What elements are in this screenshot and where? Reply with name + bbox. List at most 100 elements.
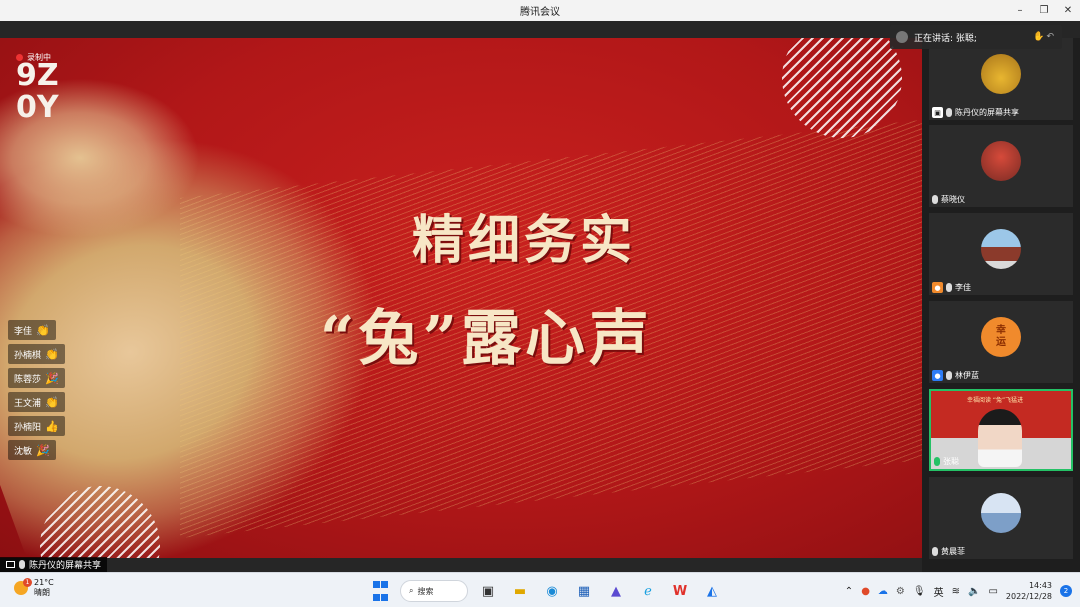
file-explorer-icon[interactable]: ▬ [508, 579, 532, 603]
avatar [981, 493, 1021, 533]
clock[interactable]: 14:43 2022/12/28 [1006, 580, 1052, 602]
search-icon: ⌕ [409, 586, 414, 595]
start-button[interactable] [368, 579, 392, 603]
window-controls: – ❐ ✕ [1008, 0, 1080, 21]
mic-icon [946, 371, 952, 380]
tencent-meeting-icon[interactable]: ◭ [700, 579, 724, 603]
participant-tile-active-speaker[interactable]: 幸福阅读 “兔”飞猛进 张聪 [929, 389, 1073, 471]
avatar: 幸 运 [981, 317, 1021, 357]
mic-icon [932, 547, 938, 556]
party-icon: 🎉 [36, 443, 50, 457]
task-view-icon[interactable]: ▣ [476, 579, 500, 603]
clap-icon: 👏 [45, 347, 59, 361]
participant-tile[interactable]: ● 李佳 [929, 213, 1073, 295]
participant-caption: ● 李佳 [932, 282, 971, 293]
video-banner: 幸福阅读 “兔”飞猛进 [967, 397, 1024, 404]
participant-caption: ▣ 陈丹仪的屏幕共享 [932, 107, 1019, 118]
headline-line-1: 精细务实 [412, 210, 637, 271]
clock-date: 2022/12/28 [1005, 592, 1052, 601]
avatar [981, 141, 1021, 181]
participant-caption: ● 林伊蓝 [932, 370, 979, 381]
reaction-item: 孙楠阳 👍 [8, 416, 65, 436]
sun-icon: 1 [14, 578, 32, 595]
headline-line-2: “兔”露心声 [320, 304, 654, 374]
weather-temp: 21°C [34, 578, 54, 587]
participant-tile[interactable]: ▣ 陈丹仪的屏幕共享 [929, 38, 1073, 120]
user-icon: ● [932, 282, 943, 293]
weather-widget[interactable]: 1 21°C 晴朗 [14, 578, 54, 598]
participant-name: 林伊蓝 [955, 371, 979, 380]
reactions-feed: 李佳 👏 孙楠棋 👏 陈蓉莎 🎉 王文浦 👏 孙楠阳 👍 沈敏 🎉 [8, 320, 65, 460]
active-speaker-bar: 正在讲话: 张聪; ✋↶ [890, 25, 1062, 49]
window-title: 腾讯会议 [520, 7, 560, 18]
reaction-item: 沈敏 🎉 [8, 440, 56, 460]
participant-tile[interactable]: 幸 运 ● 林伊蓝 [929, 301, 1073, 383]
search-label: 搜索 [417, 586, 434, 596]
speaking-label: 正在讲话: 张聪; [914, 33, 977, 44]
taskbar-apps: ⌕ 搜索 ▣ ▬ ◉ ▦ ▲ ℯ W ◭ [368, 578, 724, 604]
screen-share-icon [6, 561, 15, 568]
participant-tile[interactable]: 蔡晓仪 [929, 125, 1073, 207]
wps-icon[interactable]: W [668, 579, 692, 603]
participant-name: 蔡晓仪 [941, 195, 965, 204]
mic-icon [19, 560, 25, 569]
participant-caption: 蔡晓仪 [932, 194, 965, 205]
slide-headline: 精细务实 “兔”露心声 [0, 38, 922, 558]
mic-active-icon [934, 457, 940, 466]
participant-name: 张聪 [943, 457, 959, 466]
reaction-item: 孙楠棋 👏 [8, 344, 65, 364]
user-icon: ● [932, 370, 943, 381]
app-icon[interactable]: ▲ [604, 579, 628, 603]
system-tray: ⌃ ● ☁ ⚙ 🎙 英 ≋ 🔈 ▭ 14:43 2022/12/28 2 [845, 578, 1072, 604]
participant-name: 陈丹仪的屏幕共享 [955, 108, 1019, 117]
participant-name: 李佳 [955, 283, 971, 292]
tray-cloud-icon[interactable]: ☁ [878, 586, 888, 597]
participant-caption: 黄晨菲 [932, 546, 965, 557]
mic-icon [946, 283, 952, 292]
weather-desc: 晴朗 [34, 588, 50, 597]
speaker-figure [978, 409, 1022, 467]
meeting-app: 腾讯会议 – ❐ ✕ 录制中 9Z0Y 精细务实 “兔”露心声 李佳� [0, 0, 1080, 607]
avatar [981, 54, 1021, 94]
participant-name: 黄晨菲 [941, 547, 965, 556]
tray-app-icon[interactable]: ● [861, 586, 870, 597]
reaction-item: 王文浦 👏 [8, 392, 65, 412]
battery-icon[interactable]: ▭ [988, 586, 997, 597]
title-bar: 腾讯会议 – ❐ ✕ [0, 0, 1080, 21]
weather-badge: 1 [23, 578, 32, 587]
ime-indicator[interactable]: 英 [934, 584, 944, 599]
party-icon: 🎉 [45, 371, 59, 385]
microphone-icon[interactable]: 🎙 [913, 586, 926, 597]
taskbar-search[interactable]: ⌕ 搜索 [400, 580, 468, 602]
reaction-item: 李佳 👏 [8, 320, 56, 340]
clap-icon: 👏 [36, 323, 50, 337]
clock-time: 14:43 [1028, 581, 1052, 590]
avatar [981, 229, 1021, 269]
tray-settings-icon[interactable]: ⚙ [896, 586, 905, 597]
notification-badge[interactable]: 2 [1060, 585, 1072, 597]
volume-icon[interactable]: 🔈 [968, 586, 980, 597]
restore-button[interactable]: ❐ [1032, 0, 1056, 21]
mic-icon [932, 195, 938, 204]
edge-icon[interactable]: ◉ [540, 579, 564, 603]
sharer-name: 陈丹仪的屏幕共享 [29, 561, 102, 571]
wifi-icon[interactable]: ≋ [952, 586, 960, 597]
minimize-button[interactable]: – [1008, 0, 1032, 21]
chevron-up-icon[interactable]: ⌃ [845, 586, 853, 597]
windows-taskbar: 1 21°C 晴朗 ⌕ 搜索 ▣ ▬ ◉ ▦ ▲ ℯ W ◭ ⌃ ● ☁ ⚙ 🎙… [0, 572, 1080, 607]
participant-caption: 张聪 [934, 456, 959, 467]
screen-share-label: 陈丹仪的屏幕共享 [0, 557, 108, 572]
mic-icon [946, 108, 952, 117]
screen-share-icon: ▣ [932, 107, 943, 118]
clap-icon: 👏 [45, 395, 59, 409]
store-icon[interactable]: ▦ [572, 579, 596, 603]
meeting-main: 录制中 9Z 0Y 精细务实 “兔”露心声 李佳 👏 孙楠棋 👏 陈蓉莎 🎉 王文浦 👏 … [0, 21, 1080, 572]
participant-tile[interactable]: 黄晨菲 [929, 477, 1073, 559]
reaction-item: 陈蓉莎 🎉 [8, 368, 65, 388]
ie-icon[interactable]: ℯ [636, 579, 660, 603]
thumbs-up-icon: 👍 [45, 419, 59, 433]
hand-tools-icon[interactable]: ✋↶ [1033, 32, 1056, 42]
close-button[interactable]: ✕ [1056, 0, 1080, 21]
shared-screen[interactable]: 录制中 9Z 0Y 精细务实 “兔”露心声 李佳 👏 孙楠棋 👏 陈蓉莎 🎉 王文浦 👏 … [0, 38, 922, 558]
speaker-avatar [896, 31, 908, 43]
